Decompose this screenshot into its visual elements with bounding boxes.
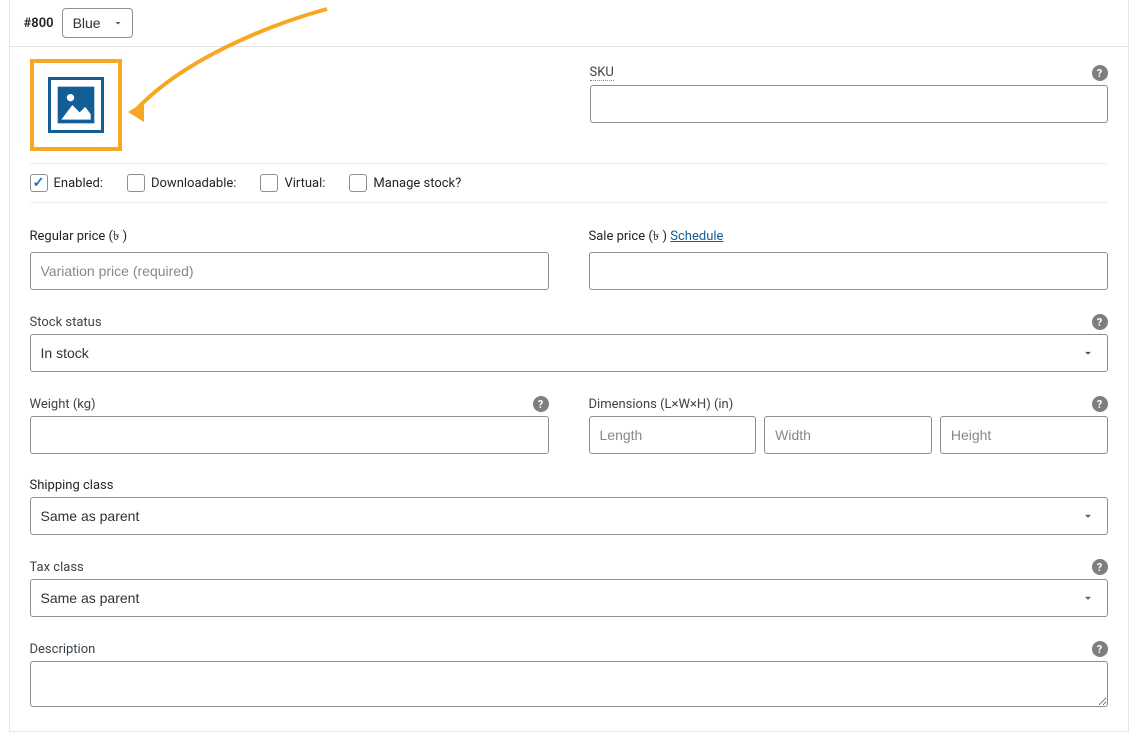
variation-body: SKU ? Enabled: Downloadable: Virtual: xyxy=(10,47,1128,731)
image-placeholder-icon xyxy=(48,77,104,133)
virtual-checkbox-wrap[interactable]: Virtual: xyxy=(260,174,325,192)
height-input[interactable] xyxy=(940,416,1108,454)
enabled-checkbox-wrap[interactable]: Enabled: xyxy=(30,174,103,192)
manage-stock-checkbox[interactable] xyxy=(349,174,367,192)
length-input[interactable] xyxy=(589,416,757,454)
checkbox-row: Enabled: Downloadable: Virtual: Manage s… xyxy=(30,163,1108,203)
variation-id: #800 xyxy=(24,16,54,31)
virtual-checkbox[interactable] xyxy=(260,174,278,192)
description-label: Description xyxy=(30,642,96,657)
sku-label: SKU xyxy=(590,65,614,81)
variation-panel: #800 Blue SKU ? xyxy=(9,0,1129,732)
downloadable-checkbox-wrap[interactable]: Downloadable: xyxy=(127,174,236,192)
shipping-class-label: Shipping class xyxy=(30,472,1108,493)
tax-class-label: Tax class xyxy=(30,560,84,575)
help-icon[interactable]: ? xyxy=(1092,559,1108,575)
downloadable-checkbox[interactable] xyxy=(127,174,145,192)
sku-input[interactable] xyxy=(590,85,1108,123)
weight-input[interactable] xyxy=(30,416,549,454)
regular-price-label: Regular price (৳ ) xyxy=(30,221,549,248)
weight-label: Weight (kg) xyxy=(30,397,96,412)
help-icon[interactable]: ? xyxy=(1092,641,1108,657)
manage-stock-label: Manage stock? xyxy=(373,176,461,191)
manage-stock-checkbox-wrap[interactable]: Manage stock? xyxy=(349,174,461,192)
upload-image-button[interactable] xyxy=(30,59,122,151)
virtual-label: Virtual: xyxy=(284,176,325,191)
enabled-label: Enabled: xyxy=(54,176,103,191)
help-icon[interactable]: ? xyxy=(1092,314,1108,330)
enabled-checkbox[interactable] xyxy=(30,174,48,192)
help-icon[interactable]: ? xyxy=(1092,396,1108,412)
variation-header: #800 Blue xyxy=(10,0,1128,47)
stock-status-select[interactable]: In stock xyxy=(30,334,1108,372)
stock-status-label: Stock status xyxy=(30,315,102,330)
downloadable-label: Downloadable: xyxy=(151,176,236,191)
attribute-select[interactable]: Blue xyxy=(62,8,133,38)
shipping-class-select[interactable]: Same as parent xyxy=(30,497,1108,535)
sale-price-label: Sale price (৳ ) Schedule xyxy=(589,221,1108,248)
description-textarea[interactable] xyxy=(30,661,1108,707)
sale-price-input[interactable] xyxy=(589,252,1108,290)
help-icon[interactable]: ? xyxy=(1092,65,1108,81)
help-icon[interactable]: ? xyxy=(533,396,549,412)
schedule-link[interactable]: Schedule xyxy=(670,229,723,244)
regular-price-input[interactable] xyxy=(30,252,549,290)
tax-class-select[interactable]: Same as parent xyxy=(30,579,1108,617)
dimensions-label: Dimensions (L×W×H) (in) xyxy=(589,397,734,412)
width-input[interactable] xyxy=(764,416,932,454)
